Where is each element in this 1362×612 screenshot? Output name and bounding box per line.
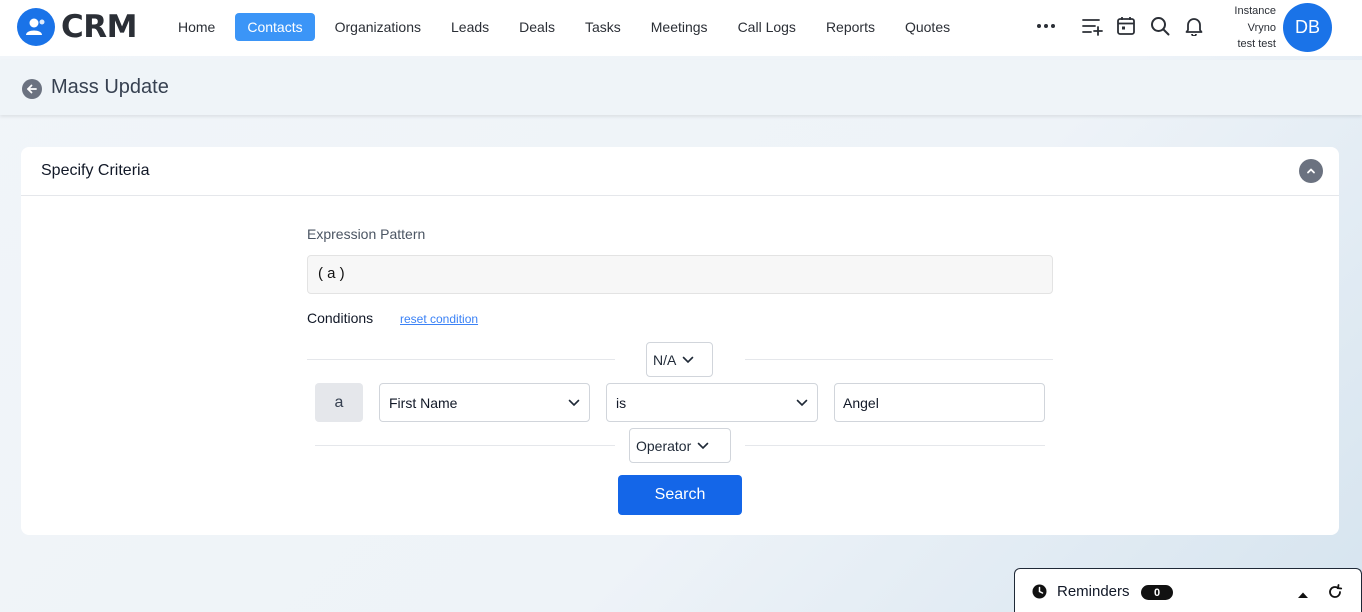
avatar[interactable]: DB xyxy=(1283,3,1332,52)
more-horizontal-icon[interactable] xyxy=(1034,14,1058,38)
chevron-down-icon xyxy=(682,356,694,364)
divider xyxy=(315,445,615,446)
logical-operator-select[interactable]: Operator xyxy=(629,428,731,463)
nav-item-tasks[interactable]: Tasks xyxy=(573,13,633,41)
reminders-label: Reminders xyxy=(1057,583,1130,600)
criteria-card: Specify Criteria Expression Pattern ( a … xyxy=(21,147,1339,535)
user-name-line-1: Instance xyxy=(1234,5,1276,17)
nav-item-leads[interactable]: Leads xyxy=(439,13,501,41)
nav-item-home[interactable]: Home xyxy=(166,13,227,41)
user-name-line-3: test test xyxy=(1237,38,1276,50)
divider xyxy=(745,445,1045,446)
logical-operator-value: Operator xyxy=(636,437,692,454)
user-name-line-2: Vryno xyxy=(1247,21,1276,34)
refresh-icon[interactable] xyxy=(1327,584,1343,605)
field-select-value: First Name xyxy=(389,394,458,411)
nav-item-quotes[interactable]: Quotes xyxy=(893,13,962,41)
nav-item-deals[interactable]: Deals xyxy=(507,13,567,41)
group-operator-value: N/A xyxy=(653,351,677,368)
conditions-label: Conditions xyxy=(307,310,374,326)
criteria-title: Specify Criteria xyxy=(41,162,150,179)
reminders-count-badge: 0 xyxy=(1141,585,1173,600)
main-nav: Home Contacts Organizations Leads Deals … xyxy=(166,13,970,41)
field-select[interactable]: First Name xyxy=(379,383,590,422)
nav-item-reports[interactable]: Reports xyxy=(814,13,887,41)
search-button[interactable]: Search xyxy=(618,475,742,515)
add-list-icon[interactable] xyxy=(1080,14,1104,38)
operator-select-value: is xyxy=(616,394,627,411)
reset-condition-link[interactable]: reset condition xyxy=(400,312,478,326)
nav-item-call-logs[interactable]: Call Logs xyxy=(726,13,808,41)
user-name[interactable]: Instance Vryno test test xyxy=(1210,3,1276,53)
page-title: Mass Update xyxy=(51,76,169,98)
expression-pattern-label: Expression Pattern xyxy=(307,226,426,242)
bell-icon[interactable] xyxy=(1182,14,1206,38)
expression-pattern-input[interactable]: ( a ) xyxy=(307,255,1053,294)
search-icon[interactable] xyxy=(1148,14,1172,38)
group-operator-select[interactable]: N/A xyxy=(646,342,713,377)
divider xyxy=(307,359,615,360)
nav-item-meetings[interactable]: Meetings xyxy=(639,13,720,41)
clock-icon xyxy=(1032,584,1047,604)
chevron-down-icon xyxy=(568,399,580,407)
divider xyxy=(745,359,1053,360)
criteria-card-header: Specify Criteria xyxy=(21,147,1339,196)
reminders-panel[interactable]: Reminders 0 xyxy=(1014,568,1362,612)
chevron-down-icon xyxy=(697,442,709,450)
condition-letter: a xyxy=(315,383,363,422)
top-icons xyxy=(1034,14,1216,38)
back-arrow-icon[interactable] xyxy=(22,79,42,99)
calendar-icon[interactable] xyxy=(1114,14,1138,38)
top-navigation-bar: CRM Home Contacts Organizations Leads De… xyxy=(0,0,1362,56)
condition-value-input[interactable]: Angel xyxy=(834,383,1045,422)
chevron-up-icon[interactable] xyxy=(1299,159,1323,183)
page-header: Mass Update xyxy=(0,60,1362,115)
chevron-down-icon xyxy=(796,399,808,407)
nav-item-organizations[interactable]: Organizations xyxy=(323,13,433,41)
caret-up-icon[interactable] xyxy=(1297,586,1309,604)
logo-text: CRM xyxy=(61,9,137,45)
nav-item-contacts[interactable]: Contacts xyxy=(235,13,315,41)
app-logo[interactable]: CRM xyxy=(17,8,137,46)
operator-select[interactable]: is xyxy=(606,383,818,422)
logo-icon xyxy=(17,8,55,46)
